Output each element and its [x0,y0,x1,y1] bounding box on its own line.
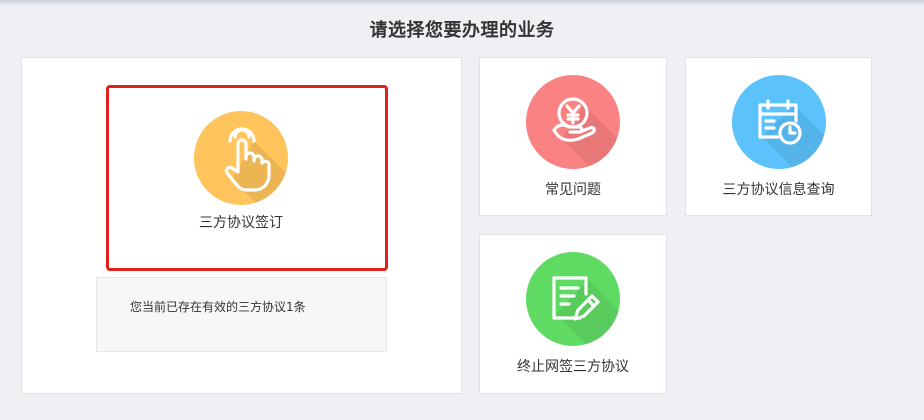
page-title: 请选择您要办理的业务 [369,20,555,41]
notice-box: 您当前已存在有效的三方协议1条 [96,277,387,352]
faq-label: 常见问题 [545,182,601,198]
document-edit-icon [526,252,620,346]
top-shadow [0,0,924,6]
agreement-query-label: 三方协议信息查询 [722,182,835,198]
yen-coin-hand-icon [526,75,620,169]
terminate-agreement-label: 终止网签三方协议 [517,359,629,375]
sign-agreement-label: 三方协议签订 [199,215,283,231]
notice-text: 您当前已存在有效的三方协议1条 [130,300,306,314]
hand-tap-icon [194,111,288,205]
calendar-clock-icon [732,75,826,169]
